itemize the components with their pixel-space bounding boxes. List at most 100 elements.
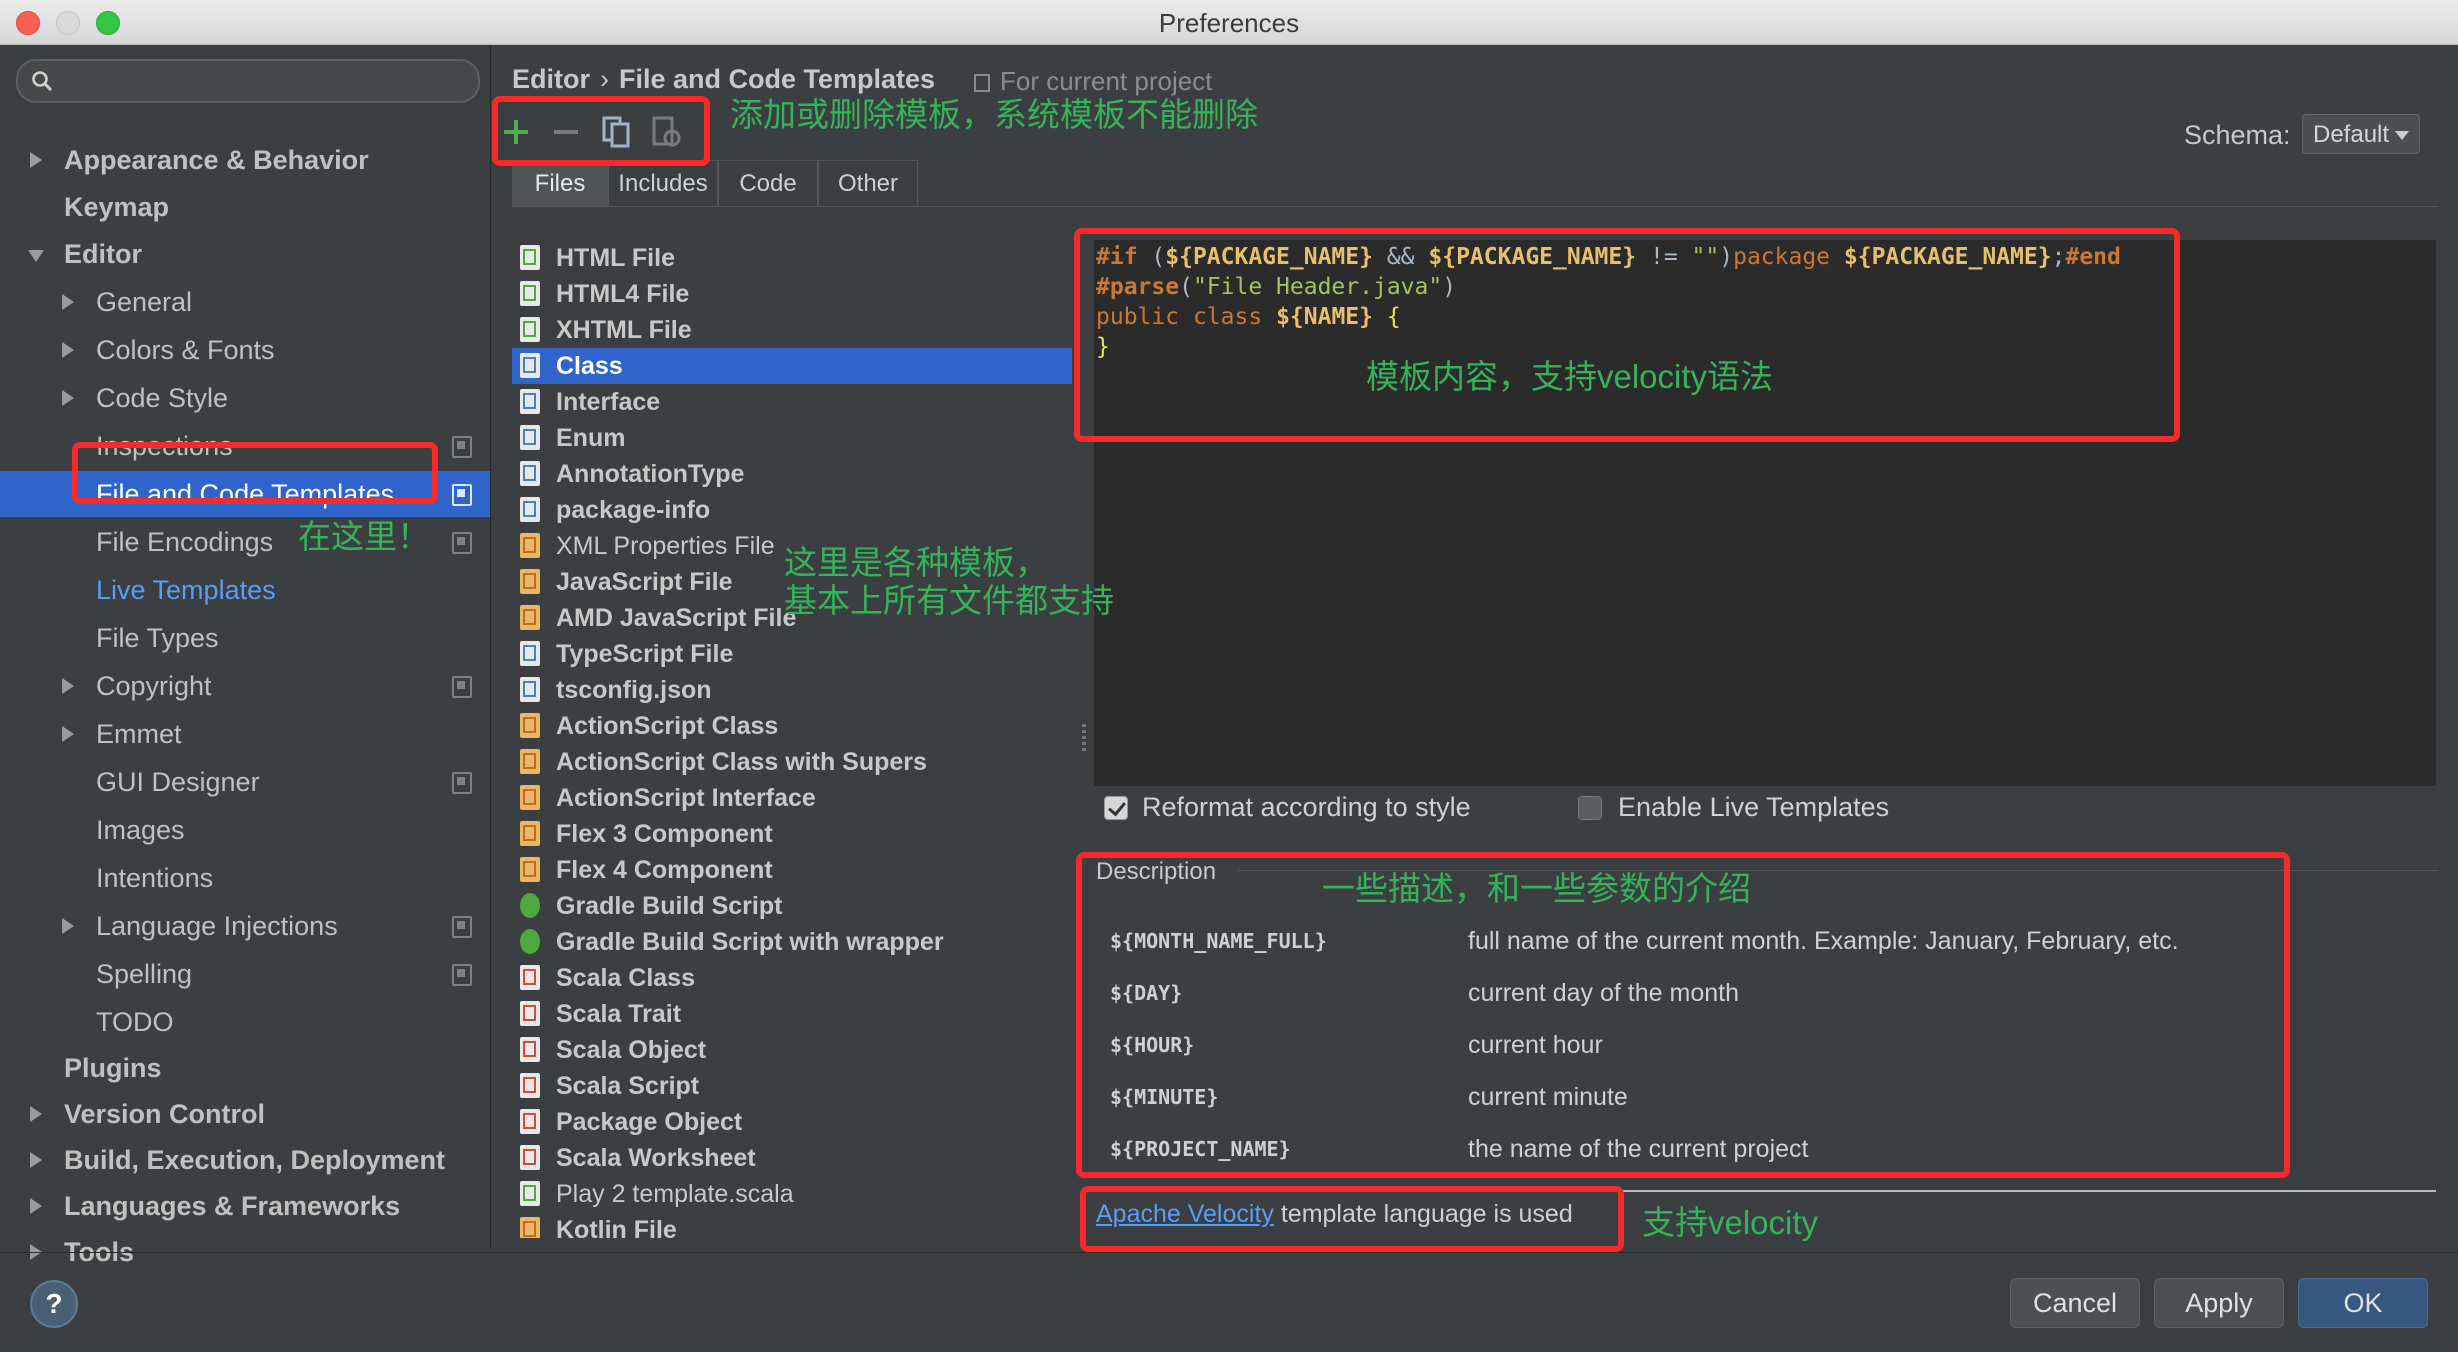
list-item[interactable]: Kotlin File bbox=[512, 1212, 1072, 1238]
list-item[interactable]: package-info bbox=[512, 492, 1072, 528]
list-item[interactable]: Flex 4 Component bbox=[512, 852, 1072, 888]
list-item[interactable]: Interface bbox=[512, 384, 1072, 420]
annotation-toolbar-note: 添加或删除模板，系统模板不能删除 bbox=[730, 96, 1258, 133]
html-file-icon bbox=[520, 281, 540, 306]
template-list[interactable]: HTML File HTML4 File XHTML File Class In… bbox=[512, 240, 1072, 1238]
list-item[interactable]: Package Object bbox=[512, 1104, 1072, 1140]
sidebar-item-colors-fonts[interactable]: Colors & Fonts bbox=[0, 327, 490, 373]
window-title: Preferences bbox=[1158, 8, 1300, 38]
project-scope-icon bbox=[452, 772, 472, 794]
sidebar-item-copyright[interactable]: Copyright bbox=[0, 663, 490, 709]
expand-arrow-icon[interactable] bbox=[62, 918, 74, 934]
expand-arrow-icon[interactable] bbox=[30, 1106, 42, 1122]
cancel-button[interactable]: Cancel bbox=[2010, 1278, 2140, 1328]
list-item[interactable]: Gradle Build Script with wrapper bbox=[512, 924, 1072, 960]
tab-files[interactable]: Files bbox=[512, 160, 608, 206]
sidebar-item-plugins[interactable]: Plugins bbox=[0, 1045, 490, 1091]
sidebar-item-spelling[interactable]: Spelling bbox=[0, 951, 490, 997]
list-item[interactable]: Scala Class bbox=[512, 960, 1072, 996]
java-enum-icon bbox=[520, 425, 540, 450]
project-scope-icon bbox=[974, 74, 990, 92]
list-item[interactable]: Play 2 template.scala bbox=[512, 1176, 1072, 1212]
expand-arrow-icon[interactable] bbox=[62, 726, 74, 742]
tab-other[interactable]: Other bbox=[818, 160, 918, 206]
list-item[interactable]: ActionScript Interface bbox=[512, 780, 1072, 816]
project-scope-icon bbox=[452, 484, 472, 506]
sidebar-item-keymap[interactable]: Keymap bbox=[0, 184, 490, 230]
json-file-icon bbox=[520, 677, 540, 702]
list-item[interactable]: ActionScript Class bbox=[512, 708, 1072, 744]
scala-file-icon bbox=[520, 1001, 540, 1026]
sidebar-item-languages-frameworks[interactable]: Languages & Frameworks bbox=[0, 1183, 490, 1229]
gradle-icon bbox=[520, 929, 540, 954]
apply-button[interactable]: Apply bbox=[2154, 1278, 2284, 1328]
html-file-icon bbox=[520, 245, 540, 270]
list-item[interactable]: Enum bbox=[512, 420, 1072, 456]
list-item[interactable]: Flex 3 Component bbox=[512, 816, 1072, 852]
sidebar-item-language-injections[interactable]: Language Injections bbox=[0, 903, 490, 949]
expand-arrow-icon[interactable] bbox=[30, 1198, 42, 1214]
reformat-label[interactable]: Reformat according to style bbox=[1142, 792, 1471, 823]
tab-includes[interactable]: Includes bbox=[608, 160, 718, 206]
schema-label: Schema: bbox=[2184, 120, 2291, 150]
breadcrumb: Editor › File and Code Templates bbox=[512, 64, 936, 94]
settings-search[interactable] bbox=[16, 59, 480, 103]
annotation-box-toolbar bbox=[492, 96, 710, 166]
enable-live-templates-checkbox[interactable] bbox=[1578, 796, 1602, 820]
expand-arrow-icon[interactable] bbox=[30, 1152, 42, 1168]
sidebar-item-live-templates[interactable]: Live Templates bbox=[0, 567, 490, 613]
expand-arrow-icon[interactable] bbox=[62, 390, 74, 406]
sidebar-item-images[interactable]: Images bbox=[0, 807, 490, 853]
xml-file-icon bbox=[520, 533, 540, 558]
enable-live-templates-label[interactable]: Enable Live Templates bbox=[1618, 792, 1889, 823]
schema-select[interactable]: Default bbox=[2302, 114, 2420, 154]
list-item[interactable]: Class bbox=[512, 348, 1072, 384]
reformat-checkbox[interactable] bbox=[1104, 796, 1128, 820]
flex-file-icon bbox=[520, 821, 540, 846]
collapse-arrow-icon[interactable] bbox=[28, 250, 44, 262]
search-input[interactable] bbox=[64, 65, 468, 97]
list-item[interactable]: XHTML File bbox=[512, 312, 1072, 348]
search-icon bbox=[32, 71, 53, 92]
splitter-handle[interactable] bbox=[1082, 724, 1086, 754]
help-button[interactable]: ? bbox=[30, 1280, 78, 1328]
settings-sidebar: Appearance & Behavior Keymap Editor Gene… bbox=[0, 45, 491, 1267]
expand-arrow-icon[interactable] bbox=[30, 152, 42, 168]
list-item[interactable]: Scala Object bbox=[512, 1032, 1072, 1068]
expand-arrow-icon[interactable] bbox=[62, 294, 74, 310]
sidebar-item-version-control[interactable]: Version Control bbox=[0, 1091, 490, 1137]
play-file-icon bbox=[520, 1181, 540, 1206]
annotation-box-velocity bbox=[1080, 1186, 1624, 1252]
actionscript-file-icon bbox=[520, 749, 540, 774]
sidebar-item-appearance-behavior[interactable]: Appearance & Behavior bbox=[0, 137, 490, 183]
sidebar-item-editor[interactable]: Editor bbox=[0, 231, 490, 277]
list-item[interactable]: tsconfig.json bbox=[512, 672, 1072, 708]
sidebar-item-intentions[interactable]: Intentions bbox=[0, 855, 490, 901]
expand-arrow-icon[interactable] bbox=[62, 678, 74, 694]
sidebar-item-gui-designer[interactable]: GUI Designer bbox=[0, 759, 490, 805]
list-item[interactable]: Scala Worksheet bbox=[512, 1140, 1072, 1176]
sidebar-item-file-types[interactable]: File Types bbox=[0, 615, 490, 661]
project-scope-icon bbox=[452, 916, 472, 938]
sidebar-item-general[interactable]: General bbox=[0, 279, 490, 325]
annotation-templates-note: 这里是各种模板， bbox=[784, 544, 1048, 581]
list-item[interactable]: Scala Script bbox=[512, 1068, 1072, 1104]
list-item[interactable]: AnnotationType bbox=[512, 456, 1072, 492]
sidebar-item-emmet[interactable]: Emmet bbox=[0, 711, 490, 757]
scala-file-icon bbox=[520, 1037, 540, 1062]
list-item[interactable]: Scala Trait bbox=[512, 996, 1072, 1032]
tab-code[interactable]: Code bbox=[718, 160, 818, 206]
sidebar-item-code-style[interactable]: Code Style bbox=[0, 375, 490, 421]
list-item[interactable]: ActionScript Class with Supers bbox=[512, 744, 1072, 780]
java-class-icon bbox=[520, 353, 540, 378]
sidebar-item-build-execution-deployment[interactable]: Build, Execution, Deployment bbox=[0, 1137, 490, 1183]
expand-arrow-icon[interactable] bbox=[62, 342, 74, 358]
bottom-divider bbox=[0, 1252, 2458, 1253]
list-item[interactable]: TypeScript File bbox=[512, 636, 1072, 672]
annotation-editor-note: 模板内容，支持velocity语法 bbox=[1366, 358, 1774, 395]
ok-button[interactable]: OK bbox=[2298, 1278, 2428, 1328]
list-item[interactable]: Gradle Build Script bbox=[512, 888, 1072, 924]
list-item[interactable]: HTML File bbox=[512, 240, 1072, 276]
list-item[interactable]: HTML4 File bbox=[512, 276, 1072, 312]
sidebar-item-todo[interactable]: TODO bbox=[0, 999, 490, 1045]
